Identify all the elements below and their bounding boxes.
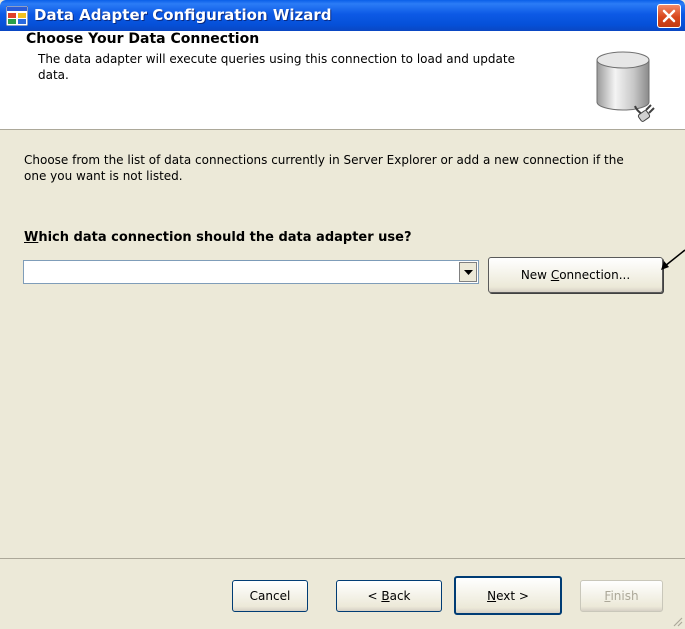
instructions-text: Choose from the list of data connections…	[24, 153, 624, 183]
database-plug-icon	[596, 51, 655, 122]
close-button[interactable]	[657, 4, 681, 28]
next-button[interactable]: Next >	[454, 576, 562, 615]
annotation-arrow-icon	[661, 249, 685, 270]
wizard-app-icon	[6, 6, 28, 26]
new-connection-label: New Connection...	[520, 268, 631, 282]
footer-divider	[0, 558, 685, 559]
back-button[interactable]: < Back	[336, 580, 442, 612]
window-title: Data Adapter Configuration Wizard	[34, 6, 332, 24]
close-icon	[662, 9, 676, 23]
cancel-button[interactable]: Cancel	[232, 580, 308, 612]
combobox-dropdown-button[interactable]	[459, 262, 477, 282]
title-bar[interactable]: Data Adapter Configuration Wizard	[0, 0, 685, 31]
page-title: Choose Your Data Connection	[26, 31, 260, 47]
new-connection-button[interactable]: New Connection...	[488, 257, 663, 293]
back-label: < Back	[367, 589, 411, 603]
finish-label: Finish	[604, 589, 639, 603]
page-description: The data adapter will execute queries us…	[38, 52, 515, 82]
wizard-window: Data Adapter Configuration Wizard Choose…	[0, 0, 685, 629]
connection-combobox[interactable]	[23, 260, 479, 284]
chevron-down-icon	[464, 270, 473, 275]
finish-button[interactable]: Finish	[580, 580, 663, 612]
connection-question-label: Which data connection should the data ad…	[24, 230, 412, 245]
question-text: hich data connection should the data ada…	[38, 230, 412, 245]
resize-grip-icon[interactable]	[671, 615, 683, 627]
cancel-label: Cancel	[249, 589, 291, 603]
next-label: Next >	[487, 588, 529, 603]
question-mnemonic: W	[24, 230, 39, 245]
